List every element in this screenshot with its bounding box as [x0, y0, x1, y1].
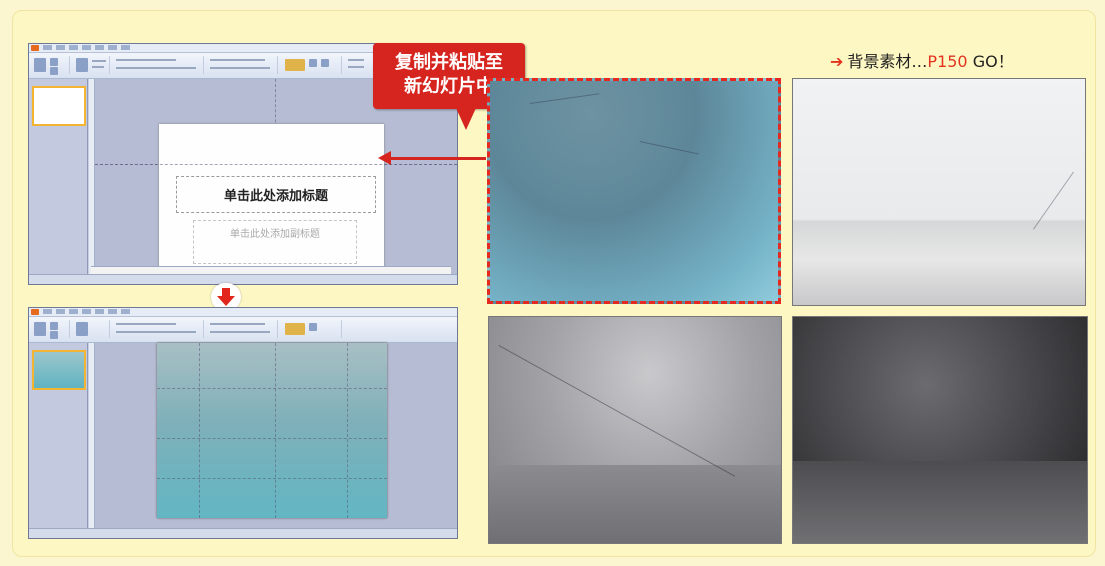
ribbon-group-editing: [345, 56, 375, 74]
ribbon-group-slides: [73, 56, 110, 74]
header-suffix: GO！: [967, 52, 1014, 71]
ribbon-group-paragraph: [207, 320, 278, 338]
ribbon-group-drawing: [281, 56, 342, 74]
slide-thumbnail-pane: [29, 79, 88, 274]
guide-horizontal-2: [157, 438, 387, 439]
guide-vertical-3: [347, 343, 348, 518]
office-button[interactable]: [31, 309, 39, 315]
tab-home[interactable]: [43, 45, 52, 50]
tab-home[interactable]: [43, 309, 52, 314]
tab-animations[interactable]: [82, 45, 91, 50]
ribbon-group-drawing: [281, 320, 342, 338]
tab-slideshow[interactable]: [95, 45, 104, 50]
arrow-left-icon-line: [390, 157, 486, 160]
paste-icon[interactable]: [34, 322, 46, 336]
new-slide-icon[interactable]: [76, 322, 88, 336]
shapes-icon[interactable]: [285, 59, 305, 71]
subtitle-placeholder[interactable]: 单击此处添加副标题: [193, 220, 357, 264]
tab-insert[interactable]: [56, 309, 65, 314]
quick-styles-icon[interactable]: [321, 59, 329, 67]
notes-pane[interactable]: [91, 266, 451, 274]
background-material-header: ➔ 背景素材…P150 GO！: [830, 48, 1014, 72]
swatch-dark-gradient[interactable]: [792, 316, 1088, 544]
shapes-icon[interactable]: [285, 323, 305, 335]
ribbon-group-font: [113, 56, 204, 74]
tab-insert[interactable]: [56, 45, 65, 50]
ribbon-group-font: [113, 320, 204, 338]
cut-icon[interactable]: [50, 58, 58, 66]
ribbon-group-paragraph: [207, 56, 278, 74]
powerpoint-window-after: [28, 307, 458, 539]
tab-review[interactable]: [108, 309, 117, 314]
tab-animations[interactable]: [82, 309, 91, 314]
slide-thumbnail-1[interactable]: [32, 350, 86, 390]
office-button[interactable]: [31, 45, 39, 51]
guide-horizontal-overlay: [95, 164, 457, 165]
tab-design[interactable]: [69, 45, 78, 50]
slide-1-with-background[interactable]: [157, 343, 387, 518]
copy-icon[interactable]: [50, 67, 58, 75]
ribbon-group-clipboard: [31, 56, 70, 75]
copy-icon[interactable]: [50, 331, 58, 339]
title-placeholder[interactable]: 单击此处添加标题: [176, 176, 376, 213]
tab-view[interactable]: [121, 309, 130, 314]
slide-thumbnail-1[interactable]: [32, 86, 86, 126]
page-reference: P150: [927, 52, 968, 71]
swatch-gray-gradient[interactable]: [488, 316, 782, 544]
cut-icon[interactable]: [50, 322, 58, 330]
swatch-teal-gradient[interactable]: [487, 78, 781, 304]
ribbon-tabs: [43, 309, 130, 314]
callout-pointer: [456, 108, 476, 130]
floor-shade: [489, 465, 781, 543]
swatch-white-gradient[interactable]: [792, 78, 1086, 306]
status-bar: [29, 274, 457, 284]
slide-thumbnail-pane: [29, 343, 88, 528]
guide-horizontal-3: [157, 478, 387, 479]
ribbon-group-clipboard: [31, 320, 70, 339]
arrow-right-icon: ➔: [830, 52, 844, 71]
guide-vertical-2: [275, 343, 276, 518]
tab-design[interactable]: [69, 309, 78, 314]
new-slide-icon[interactable]: [76, 58, 88, 72]
ribbon: [29, 317, 457, 343]
paste-icon[interactable]: [34, 58, 46, 72]
arrange-icon[interactable]: [309, 59, 317, 67]
status-bar: [29, 528, 457, 538]
floor-shade: [793, 461, 1087, 543]
ribbon-group-slides: [73, 320, 110, 338]
tab-view[interactable]: [121, 45, 130, 50]
guide-horizontal: [157, 388, 387, 389]
arrow-left-icon: [378, 151, 391, 165]
menubar: [29, 308, 457, 317]
header-prefix: 背景素材…: [847, 52, 928, 71]
ribbon-tabs: [43, 45, 130, 50]
tab-review[interactable]: [108, 45, 117, 50]
tab-slideshow[interactable]: [95, 309, 104, 314]
guide-vertical: [199, 343, 200, 518]
arrange-icon[interactable]: [309, 323, 317, 331]
